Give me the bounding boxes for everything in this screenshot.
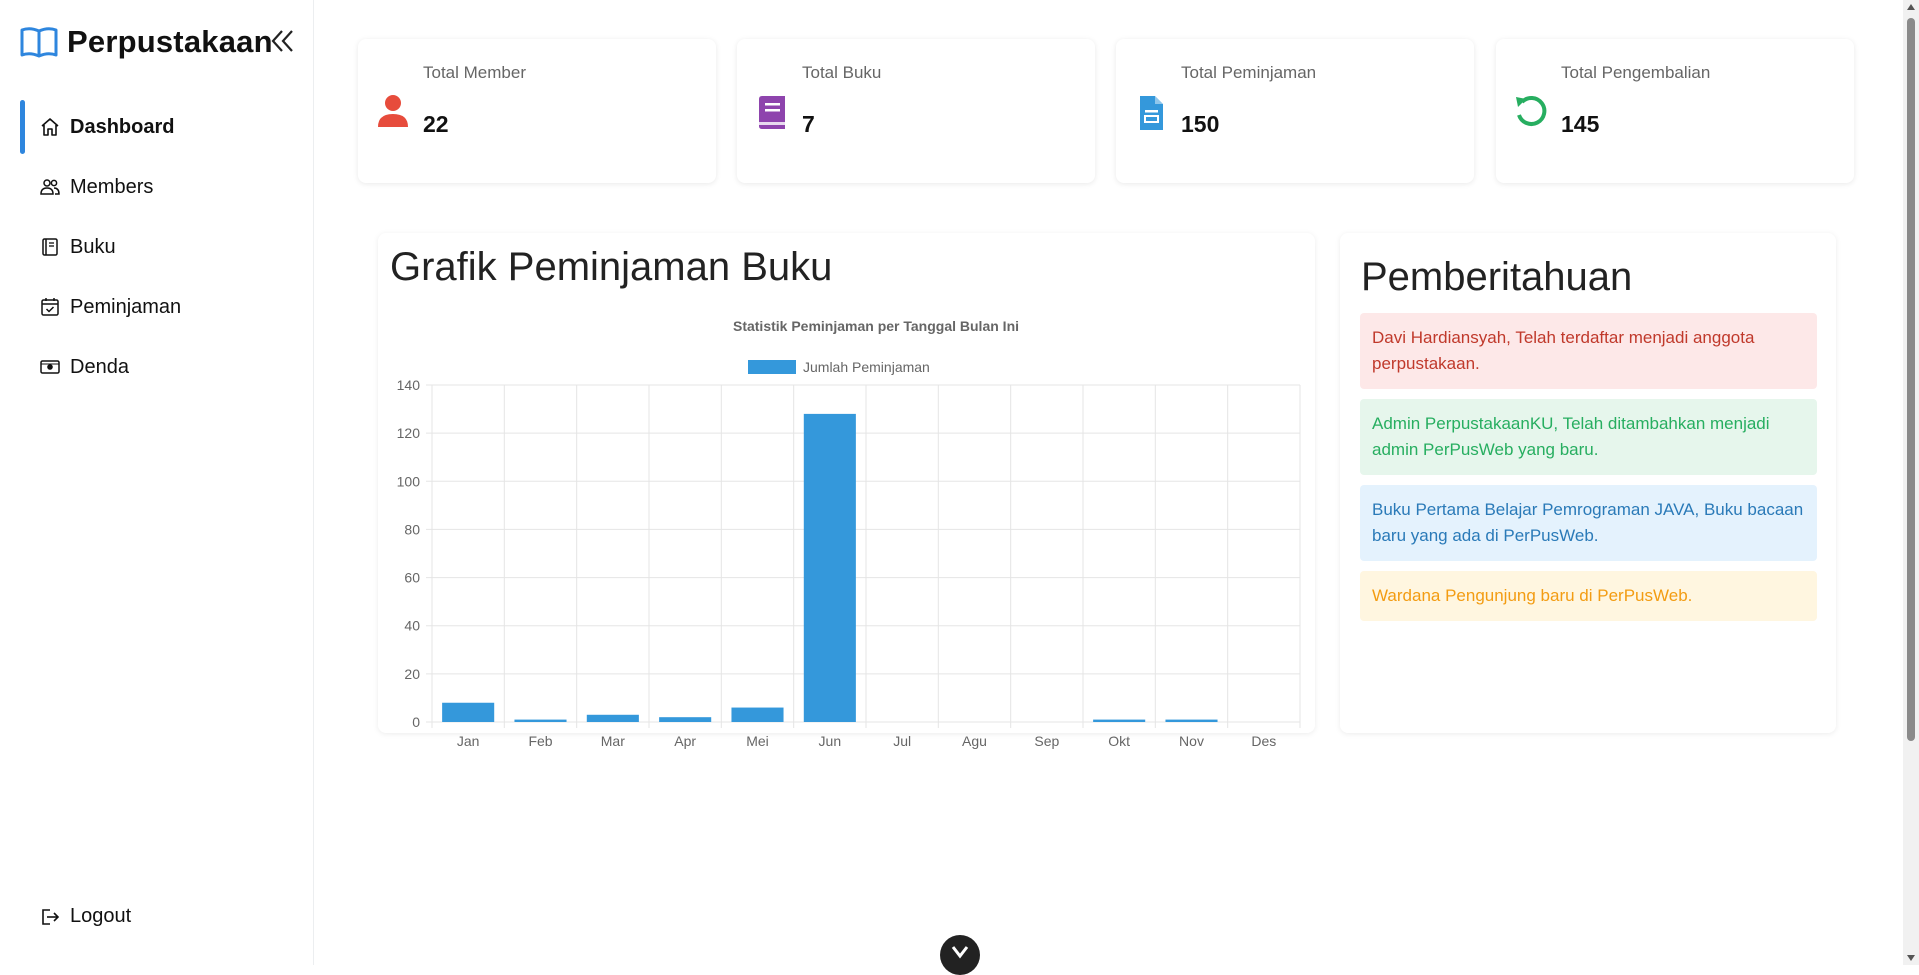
notification-item: Wardana Pengunjung baru di PerPusWeb. [1360,571,1817,621]
x-tick-label: Feb [528,733,552,749]
stat-label: Total Buku [802,63,882,82]
x-tick-label: Nov [1179,733,1204,749]
user-icon-head [385,95,401,111]
sidebar-item-members[interactable]: Members [20,158,305,216]
stat-label: Total Pengembalian [1561,63,1711,82]
x-tick-label: Agu [962,733,987,749]
legend-label: Jumlah Peminjaman [803,359,930,375]
bar-apr [659,717,712,722]
stat-card-total-peminjaman: Total Peminjaman 150 [1116,39,1474,183]
x-tick-label: Apr [674,733,696,749]
calendar-check-icon [41,298,59,316]
notification-item: Buku Pertama Belajar Pemrograman JAVA, B… [1360,485,1817,561]
bar-mar [586,714,639,722]
scroll-thumb[interactable] [1907,18,1915,741]
sidebar-item-label: Denda [70,355,129,378]
brand: Perpustakaan [20,22,273,62]
bar-jun [803,413,856,722]
sidebar-item-label: Buku [70,235,116,258]
y-tick-label: 0 [412,714,420,730]
x-tick-label: Jan [457,733,480,749]
bar-okt [1093,719,1146,722]
stat-card-total-member: Total Member 22 [358,39,716,183]
sidebar-item-label: Dashboard [70,115,175,138]
x-tick-label: Des [1251,733,1276,749]
x-tick-label: Mar [601,733,625,749]
book-icon [759,96,785,129]
stat-value: 22 [423,111,449,137]
x-tick-label: Okt [1108,733,1130,749]
stat-value: 150 [1181,111,1220,137]
open-book-icon [20,27,58,58]
x-tick-label: Sep [1034,733,1059,749]
notification-list: Davi Hardiansyah, Telah terdaftar menjad… [1360,313,1817,631]
sidebar-item-peminjaman[interactable]: Peminjaman [20,278,305,336]
bar-mei [731,707,784,722]
logout-label: Logout [70,905,132,927]
app-title: Perpustakaan [67,24,273,59]
stat-label: Total Member [423,63,526,82]
sidebar-item-label: Peminjaman [70,295,182,318]
x-tick-label: Mei [746,733,769,749]
sidebar-item-buku[interactable]: Buku [20,218,305,276]
stat-value: 145 [1561,111,1600,137]
logout-icon [42,908,60,925]
y-tick-label: 140 [397,377,421,393]
undo-icon [1516,96,1547,126]
sidebar: Perpustakaan Dashboard Members Buku Pemi… [0,0,314,965]
stat-label: Total Peminjaman [1181,63,1317,82]
collapse-sidebar-icon[interactable] [270,26,296,56]
x-tick-label: Jul [893,733,911,749]
y-tick-label: 40 [404,618,420,634]
user-icon-body [378,114,408,127]
notification-item: Admin PerpustakaanKU, Telah ditambahkan … [1360,399,1817,475]
sidebar-item-label: Members [70,175,154,198]
scroll-down-button[interactable] [940,935,980,975]
y-tick-label: 80 [404,521,420,537]
book-icon [42,238,58,256]
sidebar-item-dashboard[interactable]: Dashboard [20,98,305,156]
stat-value: 7 [802,111,815,137]
chart-card: Grafik Peminjaman Buku Statistik Peminja… [378,233,1315,749]
user-icon [378,95,408,127]
users-icon [40,179,60,195]
y-tick-label: 20 [404,666,420,682]
scrollbar[interactable] [1903,0,1919,965]
file-icon [1140,96,1163,130]
sidebar-item-denda[interactable]: Denda [20,338,305,396]
scroll-down-arrow[interactable] [1907,955,1915,961]
home-icon [41,118,59,136]
sidebar-nav: Dashboard Members Buku Peminjaman Denda [20,98,305,398]
loan-bar-chart: Statistik Peminjaman per Tanggal Bulan I… [397,318,1301,749]
notification-item: Davi Hardiansyah, Telah terdaftar menjad… [1360,313,1817,389]
chart-title: Statistik Peminjaman per Tanggal Bulan I… [733,318,1019,334]
bar-feb [514,719,567,722]
legend-swatch [748,360,796,374]
notification-card: Pemberitahuan Davi Hardiansyah, Telah te… [1340,233,1836,733]
chevron-down-icon [951,946,969,959]
scroll-up-arrow[interactable] [1907,4,1915,10]
y-tick-label: 60 [404,570,420,586]
bar-jan [442,702,495,722]
stat-card-total-pengembalian: Total Pengembalian 145 [1496,39,1854,183]
notification-heading: Pemberitahuan [1361,255,1633,299]
logout-button[interactable]: Logout [40,905,131,928]
y-tick-label: 100 [397,473,421,489]
stat-card-total-buku: Total Buku 7 [737,39,1095,183]
cash-icon [40,360,60,374]
y-tick-label: 120 [397,425,421,441]
x-tick-label: Jun [819,733,842,749]
bar-nov [1165,719,1218,722]
